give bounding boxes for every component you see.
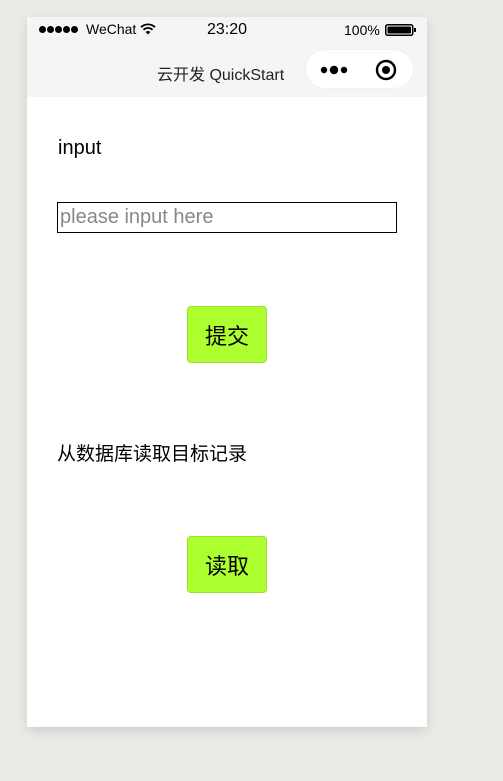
page-content: input 提交 从数据库读取目标记录 读取: [27, 97, 427, 727]
read-button[interactable]: 读取: [187, 536, 267, 593]
submit-button[interactable]: 提交: [187, 306, 267, 363]
more-icon[interactable]: [320, 63, 350, 77]
navigation-bar: 云开发 QuickStart: [27, 41, 427, 97]
input-label: input: [58, 137, 102, 159]
battery-icon: [385, 24, 416, 36]
read-database-label: 从数据库读取目标记录: [57, 443, 248, 465]
phone-frame: WeChat 23:20 100% 云开发 QuickStart input p…: [27, 17, 427, 727]
menu-capsule: [305, 49, 414, 89]
target-icon[interactable]: [375, 59, 397, 81]
text-input-field[interactable]: [57, 202, 397, 233]
status-bar: WeChat 23:20 100%: [27, 17, 427, 41]
page-title: 云开发 QuickStart: [157, 67, 285, 84]
battery-percent: 100%: [344, 22, 380, 38]
